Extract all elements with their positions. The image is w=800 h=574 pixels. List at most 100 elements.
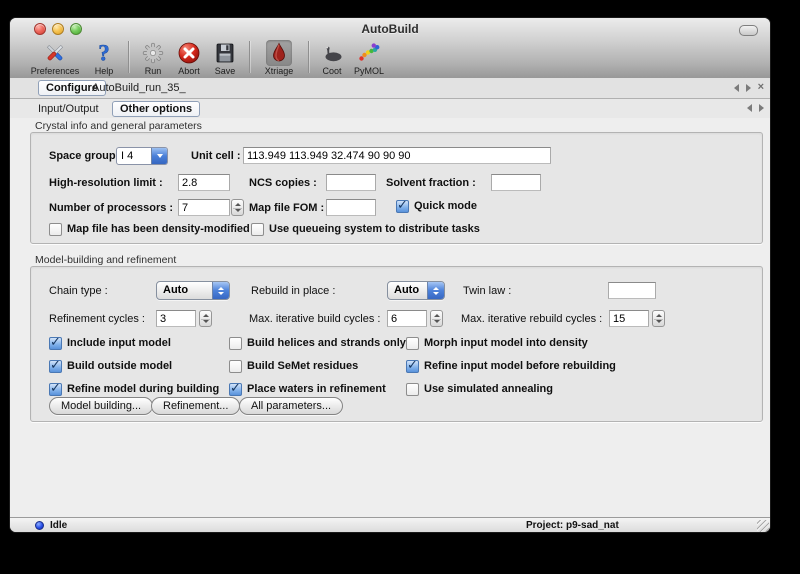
stepper-up-icon	[434, 314, 440, 317]
toolbar-button-run[interactable]: Run	[135, 40, 171, 78]
window-header: AutoBuild Preferences ? Help	[10, 18, 770, 79]
toolbar-button-preferences[interactable]: Preferences	[24, 40, 86, 78]
checkbox-build-semet[interactable]: Build SeMet residues	[229, 359, 358, 373]
checkbox-refine-during-building[interactable]: Refine model during building	[49, 382, 219, 396]
titlebar[interactable]: AutoBuild	[10, 18, 770, 40]
refinement-cycles-stepper[interactable]	[199, 310, 212, 327]
popup-arrows-icon	[212, 282, 229, 299]
map-fom-input[interactable]	[326, 199, 376, 216]
chain-type-popup[interactable]: Auto	[156, 281, 230, 300]
checkbox-box	[251, 223, 264, 236]
status-text: Idle	[50, 519, 67, 532]
toolbar-label: Xtriage	[265, 66, 294, 76]
subtab-scroll-right-icon[interactable]	[759, 104, 764, 112]
checkbox-label: Build outside model	[67, 360, 172, 372]
content-panel: Crystal info and general parameters Spac…	[10, 118, 770, 517]
chain-type-value: Auto	[157, 282, 212, 299]
toolbar-separator	[308, 41, 309, 73]
toolbar-label: Coot	[322, 66, 341, 76]
pymol-rainbow-icon	[356, 40, 382, 66]
toolbar-label: Run	[145, 66, 162, 76]
app-window: AutoBuild Preferences ? Help	[10, 18, 770, 532]
checkbox-label: Use simulated annealing	[424, 383, 553, 395]
checkbox-include-input-model[interactable]: Include input model	[49, 336, 171, 350]
toolbar-button-help[interactable]: ? Help	[86, 40, 122, 78]
model-building-button[interactable]: Model building...	[49, 397, 153, 415]
solvent-fraction-input[interactable]	[491, 174, 541, 191]
solvent-fraction-label: Solvent fraction :	[386, 175, 476, 192]
checkbox-build-outside-model[interactable]: Build outside model	[49, 359, 172, 373]
tab-autobuild-run[interactable]: AutoBuild_run_35_	[92, 81, 186, 95]
high-res-input[interactable]	[178, 174, 230, 191]
subtab-nav-controls	[747, 104, 764, 112]
resize-grip[interactable]	[757, 520, 769, 532]
checkbox-label: Build SeMet residues	[247, 360, 358, 372]
tab-scroll-left-icon[interactable]	[734, 84, 739, 92]
checkbox-morph-input-model[interactable]: Morph input model into density	[406, 336, 588, 350]
toolbar-label: Save	[215, 66, 236, 76]
toolbar-button-abort[interactable]: Abort	[171, 40, 207, 78]
window-title: AutoBuild	[10, 18, 770, 40]
ncs-copies-input[interactable]	[326, 174, 376, 191]
toolbar: Preferences ? Help	[10, 40, 770, 78]
tab-nav-controls: ×	[734, 83, 764, 92]
toolbar-button-xtriage[interactable]: Xtriage	[256, 40, 302, 78]
subtab-scroll-left-icon[interactable]	[747, 104, 752, 112]
refinement-cycles-input[interactable]	[156, 310, 196, 327]
toolbar-button-save[interactable]: Save	[207, 40, 243, 78]
chain-type-label: Chain type :	[49, 283, 108, 300]
space-group-value: I 4	[117, 148, 151, 164]
checkbox-density-modified[interactable]: Map file has been density-modified	[49, 222, 250, 236]
toolbar-button-coot[interactable]: Coot	[315, 40, 349, 78]
refinement-button[interactable]: Refinement...	[151, 397, 240, 415]
rebuild-cycles-stepper[interactable]	[652, 310, 665, 327]
checkbox-label: Map file has been density-modified	[67, 223, 250, 235]
high-res-label: High-resolution limit :	[49, 175, 163, 192]
screen-background: AutoBuild Preferences ? Help	[0, 0, 800, 574]
tab-bar-main: Configure AutoBuild_run_35_ ×	[10, 78, 770, 99]
model-group-title: Model-building and refinement	[35, 254, 176, 266]
num-processors-label: Number of processors :	[49, 200, 173, 217]
rebuild-in-place-label: Rebuild in place :	[251, 283, 335, 300]
status-dot-icon	[35, 521, 44, 530]
chevron-down-icon	[151, 148, 167, 164]
num-processors-input[interactable]	[178, 199, 230, 216]
num-processors-stepper[interactable]	[231, 199, 244, 216]
build-cycles-stepper[interactable]	[430, 310, 443, 327]
checkbox-box	[49, 337, 62, 350]
all-parameters-button[interactable]: All parameters...	[239, 397, 343, 415]
space-group-select[interactable]: I 4	[116, 147, 168, 165]
help-question-icon: ?	[91, 40, 117, 66]
build-cycles-input[interactable]	[387, 310, 427, 327]
save-floppy-icon	[212, 40, 238, 66]
preferences-tools-icon	[42, 40, 68, 66]
checkbox-label: Refine input model before rebuilding	[424, 360, 616, 372]
checkbox-label: Build helices and strands only	[247, 337, 406, 349]
checkbox-refine-input-before-rebuild[interactable]: Refine input model before rebuilding	[406, 359, 616, 373]
abort-x-icon	[176, 40, 202, 66]
checkbox-simulated-annealing[interactable]: Use simulated annealing	[406, 382, 553, 396]
checkbox-box	[406, 337, 419, 350]
tab-other-options[interactable]: Other options	[112, 101, 200, 117]
checkbox-queueing-system[interactable]: Use queueing system to distribute tasks	[251, 222, 480, 236]
toolbar-toggle-button[interactable]	[739, 25, 758, 36]
tab-close-icon[interactable]: ×	[758, 83, 764, 92]
checkbox-box	[406, 360, 419, 373]
twin-law-input[interactable]	[608, 282, 656, 299]
rebuild-cycles-input[interactable]	[609, 310, 649, 327]
stepper-up-icon	[235, 203, 241, 206]
tab-input-output[interactable]: Input/Output	[38, 102, 99, 116]
ncs-copies-label: NCS copies :	[249, 175, 317, 192]
rebuild-in-place-popup[interactable]: Auto	[387, 281, 445, 300]
toolbar-button-pymol[interactable]: PyMOL	[349, 40, 389, 78]
project-label: Project: p9-sad_nat	[526, 519, 619, 532]
unit-cell-input[interactable]	[243, 147, 551, 164]
stepper-down-icon	[235, 209, 241, 212]
tab-scroll-right-icon[interactable]	[746, 84, 751, 92]
checkbox-quick-mode[interactable]: Quick mode	[396, 199, 477, 213]
checkbox-box	[49, 223, 62, 236]
stepper-down-icon	[203, 320, 209, 323]
checkbox-build-helices-strands[interactable]: Build helices and strands only	[229, 336, 406, 350]
checkbox-box	[396, 200, 409, 213]
checkbox-place-waters[interactable]: Place waters in refinement	[229, 382, 386, 396]
